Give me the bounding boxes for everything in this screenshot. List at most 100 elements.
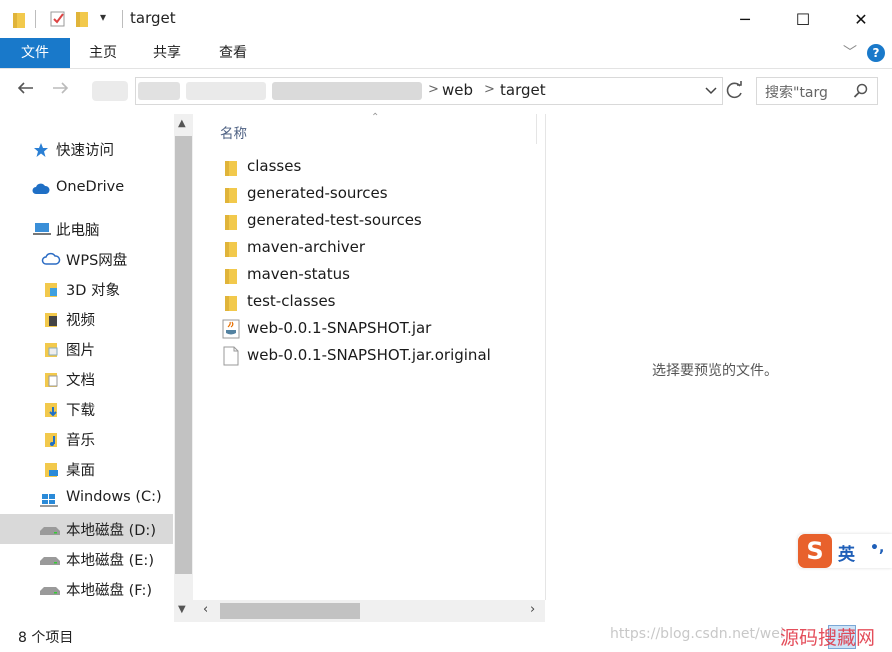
sidebar-item-downloads[interactable]: 下载 — [0, 394, 173, 424]
tab-view[interactable]: 查看 — [206, 38, 260, 68]
sidebar-item-videos[interactable]: 视频 — [0, 304, 173, 334]
folder-icon — [224, 213, 238, 235]
list-item[interactable]: maven-status — [193, 262, 545, 289]
list-item[interactable]: web-0.0.1-SNAPSHOT.jar — [193, 316, 545, 343]
sogou-logo-icon[interactable]: S — [798, 534, 832, 568]
folder-icon — [224, 159, 238, 181]
ime-mode-label[interactable]: 英 — [838, 540, 855, 565]
sidebar-item-music[interactable]: 音乐 — [0, 424, 173, 454]
sidebar-item-desktop[interactable]: 桌面 — [0, 454, 173, 484]
expand-ribbon-icon[interactable]: ﹀ — [843, 42, 857, 62]
list-item[interactable]: classes — [193, 154, 545, 181]
new-folder-icon[interactable] — [75, 10, 89, 32]
downloads-folder-icon — [44, 402, 59, 417]
search-input[interactable]: 搜索"targ — [756, 77, 878, 105]
sidebar-item-label: 本地磁盘 (D:) — [66, 523, 156, 539]
file-name: classes — [247, 157, 302, 175]
pictures-folder-icon — [44, 342, 59, 357]
hscrollbar-thumb[interactable] — [220, 603, 360, 619]
preview-message: 选择要预览的文件。 — [652, 363, 778, 379]
address-bar[interactable]: > web > target — [135, 77, 723, 105]
breadcrumb-web[interactable]: web — [442, 81, 473, 99]
list-item[interactable]: maven-archiver — [193, 235, 545, 262]
ime-toolbar[interactable]: S 英 •, — [798, 534, 892, 568]
scroll-right-icon[interactable]: › — [530, 602, 535, 617]
folder-icon — [12, 11, 26, 33]
list-item[interactable]: generated-test-sources — [193, 208, 545, 235]
column-header-name[interactable]: 名称 — [220, 122, 247, 142]
sidebar-item-label: 本地磁盘 (F:) — [66, 583, 153, 599]
sidebar-item-label: 此电脑 — [56, 223, 100, 239]
file-list: 名称 ⌃ classes generated-sources generated… — [193, 112, 546, 600]
3d-folder-icon — [44, 282, 59, 297]
sidebar-item-label: 图片 — [66, 343, 95, 359]
star-icon — [33, 142, 48, 157]
minimize-button[interactable]: ─ — [716, 0, 774, 38]
computer-icon — [33, 222, 51, 236]
sidebar-item-drive-d[interactable]: 本地磁盘 (D:) — [0, 514, 173, 544]
scroll-left-icon[interactable]: ‹ — [203, 602, 208, 617]
scroll-down-icon[interactable]: ▼ — [178, 604, 186, 615]
customize-toolbar-icon[interactable]: ▾ — [100, 10, 106, 24]
sidebar-item-label: 音乐 — [66, 433, 95, 449]
folder-icon — [224, 294, 238, 316]
close-button[interactable]: ✕ — [832, 0, 890, 38]
java-jar-icon — [222, 319, 240, 343]
list-item[interactable]: web-0.0.1-SNAPSHOT.jar.original — [193, 343, 545, 370]
nav-scrollbar-thumb[interactable] — [175, 136, 192, 574]
file-name: web-0.0.1-SNAPSHOT.jar.original — [247, 346, 491, 364]
sidebar-item-label: WPS网盘 — [66, 253, 128, 269]
tab-file[interactable]: 文件 — [0, 38, 70, 68]
properties-icon[interactable] — [49, 10, 67, 32]
recent-locations-icon[interactable] — [92, 81, 128, 101]
sidebar-item-drive-c[interactable]: Windows (C:) — [0, 484, 173, 514]
item-count: 8 个项目 — [18, 630, 74, 646]
drive-icon — [40, 524, 60, 538]
music-folder-icon — [44, 432, 59, 447]
tab-home[interactable]: 主页 — [76, 38, 130, 68]
back-arrow-icon[interactable] — [16, 80, 34, 101]
title-bar: ▾ target ─ ☐ ✕ — [0, 0, 892, 38]
documents-folder-icon — [44, 372, 59, 387]
sidebar-item-3d-objects[interactable]: 3D 对象 — [0, 274, 173, 304]
sidebar-item-label: 快速访问 — [56, 143, 114, 159]
column-divider[interactable] — [536, 114, 537, 144]
folder-icon — [224, 267, 238, 289]
cloud-outline-icon — [41, 252, 61, 266]
blurred-path — [272, 82, 422, 100]
sidebar-item-wps[interactable]: WPS网盘 — [0, 244, 173, 274]
file-name: maven-status — [247, 265, 350, 283]
refresh-icon[interactable] — [722, 77, 748, 105]
scroll-up-icon[interactable]: ▲ — [178, 118, 186, 129]
maximize-button[interactable]: ☐ — [774, 0, 832, 38]
breadcrumb-separator: > — [428, 82, 439, 97]
tab-share[interactable]: 共享 — [140, 38, 194, 68]
blurred-path — [186, 82, 266, 100]
brand-watermark: 源码搜藏网 — [780, 627, 876, 649]
sidebar-item-pictures[interactable]: 图片 — [0, 334, 173, 364]
file-name: test-classes — [247, 292, 336, 310]
list-item[interactable]: test-classes — [193, 289, 545, 316]
blurred-path — [138, 82, 180, 100]
search-icon[interactable] — [853, 83, 869, 103]
sidebar-item-label: 文档 — [66, 373, 95, 389]
window-title: target — [130, 9, 176, 27]
forward-arrow-icon[interactable] — [52, 80, 70, 101]
sidebar-item-label: 下载 — [66, 403, 95, 419]
ime-punct-icon[interactable]: •, — [870, 540, 884, 556]
breadcrumb-target[interactable]: target — [500, 81, 546, 99]
sidebar-item-quick-access[interactable]: 快速访问 — [0, 134, 173, 164]
sidebar-item-documents[interactable]: 文档 — [0, 364, 173, 394]
list-item[interactable]: generated-sources — [193, 181, 545, 208]
drive-icon — [40, 554, 60, 568]
sidebar-item-onedrive[interactable]: OneDrive — [0, 174, 173, 204]
ribbon-tabs: 文件 主页 共享 查看 ﹀ ? — [0, 38, 892, 69]
sidebar-item-drive-e[interactable]: 本地磁盘 (E:) — [0, 544, 173, 574]
sidebar-item-label: OneDrive — [56, 179, 125, 195]
address-dropdown-icon[interactable] — [704, 83, 718, 101]
navigation-pane: 快速访问 OneDrive 此电脑 WPS网盘 3D 对象 视频 图片 文档 下… — [0, 114, 173, 622]
sidebar-item-drive-f[interactable]: 本地磁盘 (F:) — [0, 574, 173, 604]
help-icon[interactable]: ? — [867, 44, 885, 62]
watermark-text: https://blog.csdn.net/wei — [610, 626, 784, 642]
sidebar-item-this-pc[interactable]: 此电脑 — [0, 214, 173, 244]
